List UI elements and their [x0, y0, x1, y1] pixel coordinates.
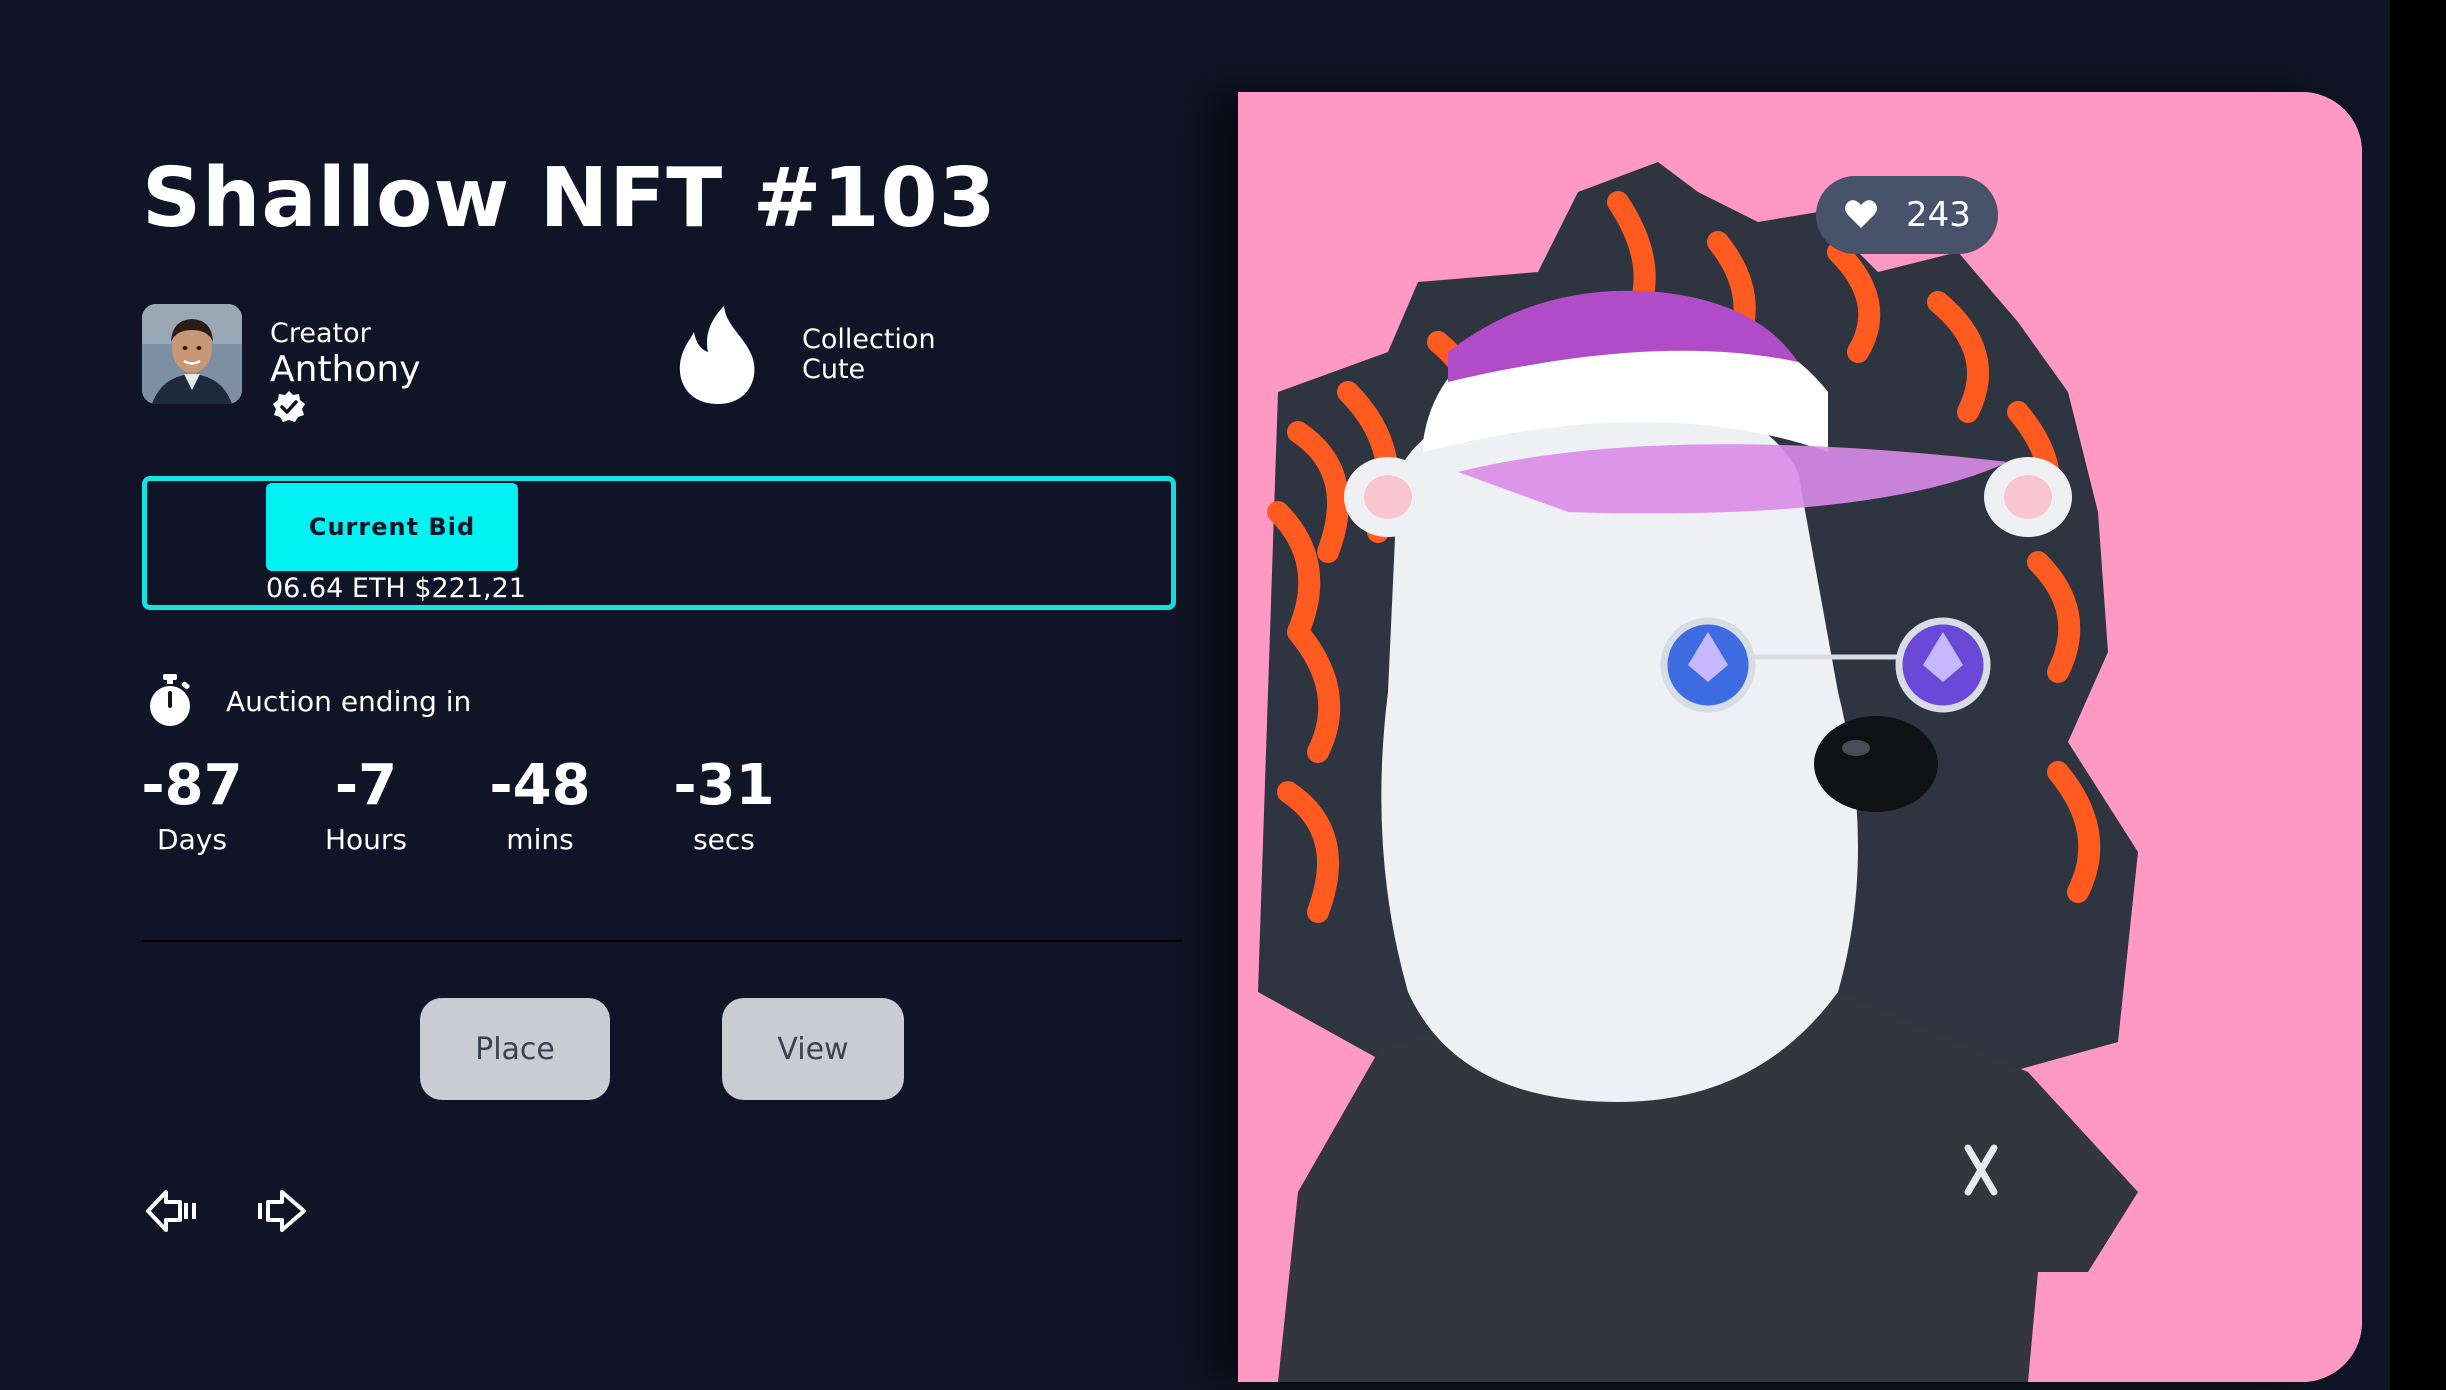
- countdown-hours-value: -7: [334, 753, 398, 818]
- countdown-mins-value: -48: [489, 753, 591, 818]
- view-button[interactable]: View: [722, 998, 904, 1100]
- countdown-hours-unit: Hours: [324, 823, 408, 856]
- countdown-days-value: -87: [141, 753, 243, 818]
- heart-icon: [1845, 200, 1877, 228]
- creator-name[interactable]: Anthony: [270, 352, 421, 388]
- likes-count: 243: [1906, 195, 1971, 235]
- place-bid-button[interactable]: Place: [420, 998, 610, 1100]
- arrow-right-icon[interactable]: [256, 1188, 310, 1234]
- nft-artwork-image: [1238, 92, 2362, 1382]
- countdown-secs-value: -31: [673, 753, 775, 818]
- nft-title: Shallow NFT #103: [142, 151, 997, 246]
- current-bid-card: Current Bid 06.64 ETH $221,21: [142, 476, 1176, 610]
- countdown-secs: -31 secs: [654, 758, 794, 854]
- countdown-mins-unit: mins: [506, 823, 574, 856]
- countdown-days-unit: Days: [157, 823, 227, 856]
- stopwatch-icon: [150, 674, 190, 726]
- verified-badge-icon: [273, 391, 305, 422]
- flame-icon: [679, 306, 755, 404]
- nft-artwork-card[interactable]: 243: [1238, 92, 2362, 1382]
- collection-name[interactable]: Cute: [802, 356, 865, 383]
- countdown-days: -87 Days: [122, 758, 262, 854]
- window-edge: [2390, 0, 2446, 1390]
- countdown-mins: -48 mins: [470, 758, 610, 854]
- current-bid-value: 06.64 ETH $221,21: [266, 573, 526, 604]
- creator-avatar[interactable]: [142, 304, 242, 404]
- like-counter[interactable]: 243: [1816, 176, 1998, 254]
- countdown-secs-unit: secs: [693, 823, 755, 856]
- collection-label: Collection: [802, 324, 936, 355]
- current-bid-label: Current Bid: [266, 483, 518, 571]
- countdown-hours: -7 Hours: [296, 758, 436, 854]
- auction-ending-label: Auction ending in: [226, 685, 472, 718]
- divider: [142, 940, 1182, 942]
- arrow-left-icon[interactable]: [144, 1188, 198, 1234]
- creator-label: Creator: [270, 318, 371, 349]
